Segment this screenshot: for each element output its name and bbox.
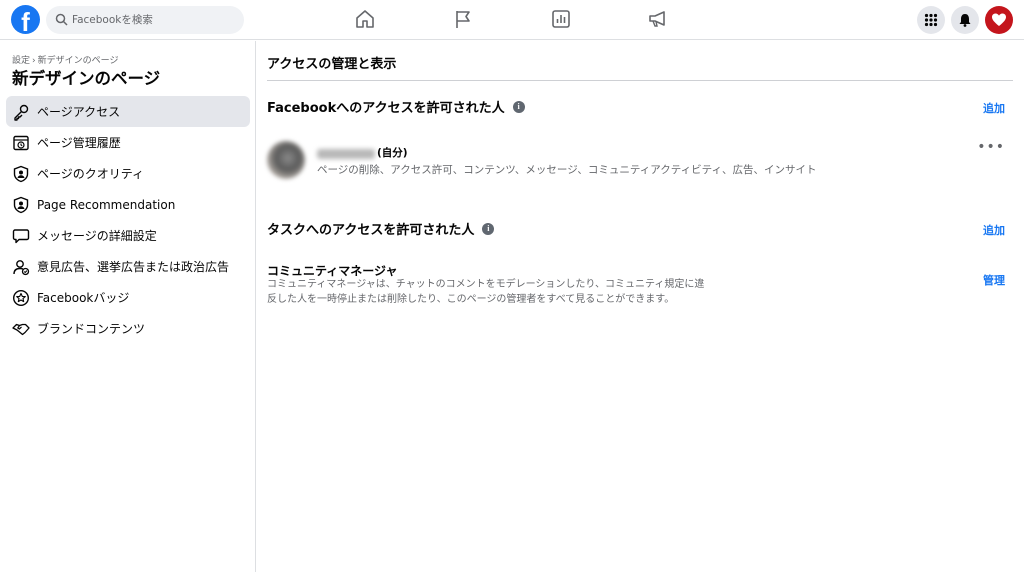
sidebar-item-label: ページのクオリティ xyxy=(37,167,145,181)
search-input[interactable] xyxy=(72,6,237,34)
heart-logo-icon xyxy=(992,13,1006,26)
sidebar-item-facebook-badges[interactable]: Facebookバッジ xyxy=(6,282,250,313)
page-title: 新デザインのページ xyxy=(12,69,161,88)
info-icon[interactable]: i xyxy=(482,222,495,235)
search-box[interactable] xyxy=(46,6,244,34)
manage-role-button[interactable]: 管理 xyxy=(983,272,1005,288)
logo-letter: f xyxy=(21,7,30,34)
key-icon xyxy=(14,104,29,121)
add-facebook-access-button[interactable]: 追加 xyxy=(983,100,1005,116)
history-icon xyxy=(13,135,29,150)
title-divider xyxy=(267,80,1013,81)
self-label: (自分) xyxy=(377,147,408,159)
sidebar-item-page-history[interactable]: ページ管理履歴 xyxy=(6,127,250,158)
info-icon[interactable]: i xyxy=(512,100,525,113)
sidebar-item-branded-content[interactable]: ブランドコンテンツ xyxy=(6,313,250,344)
sidebar-item-message-settings[interactable]: メッセージの詳細設定 xyxy=(6,220,250,251)
add-task-access-button[interactable]: 追加 xyxy=(983,222,1005,238)
avatar[interactable] xyxy=(267,141,305,179)
sidebar-item-label: 意見広告、選挙広告または政治広告 xyxy=(37,260,230,274)
notifications-bell-icon xyxy=(959,14,971,27)
menu-grid-button[interactable] xyxy=(917,6,945,34)
task-access-heading-text: タスクへのアクセスを許可された人 xyxy=(267,223,475,238)
sidebar-item-page-quality[interactable]: ページのクオリティ xyxy=(6,158,250,189)
handshake-icon xyxy=(12,323,30,335)
ads-megaphone-icon[interactable] xyxy=(647,8,669,30)
person-permissions: ページの削除、アクセス許可、コンテンツ、メッセージ、コミュニティアクティビティ、… xyxy=(317,164,817,176)
sidebar-item-page-access[interactable]: ページアクセス xyxy=(6,96,250,127)
person-name-blurred xyxy=(317,149,375,159)
sidebar-item-page-recommendation[interactable]: Page Recommendation xyxy=(6,189,250,220)
task-access-heading: タスクへのアクセスを許可された人 i xyxy=(267,219,495,238)
sidebar-item-label: ブランドコンテンツ xyxy=(37,322,146,336)
person-row: (自分) ページの削除、アクセス許可、コンテンツ、メッセージ、コミュニティアクテ… xyxy=(267,139,1013,183)
menu-grid-icon xyxy=(924,13,938,27)
role-title: コミュニティマネージャ xyxy=(267,264,398,278)
profile-avatar[interactable] xyxy=(985,6,1013,34)
section-title: アクセスの管理と表示 xyxy=(267,57,397,72)
quality-shield-icon xyxy=(13,165,29,182)
role-description: コミュニティマネージャは、チャットのコメントをモデレーションしたり、コミュニティ… xyxy=(267,279,705,305)
pages-flag-icon[interactable] xyxy=(452,8,474,30)
badge-star-icon xyxy=(12,289,30,306)
facebook-logo[interactable]: f xyxy=(11,5,40,34)
sidebar-item-label: Page Recommendation xyxy=(37,197,176,212)
more-options-button[interactable]: ••• xyxy=(977,139,1005,155)
home-icon[interactable] xyxy=(354,8,376,30)
sidebar-item-label: ページ管理履歴 xyxy=(37,136,121,150)
top-navigation-bar: f xyxy=(0,0,1024,40)
recommendation-shield-icon xyxy=(13,196,29,213)
sidebar-item-label: Facebookバッジ xyxy=(37,291,130,305)
search-icon xyxy=(55,13,68,26)
settings-menu: ページアクセス ページ管理履歴 ページのクオリティ Page Recommend… xyxy=(6,96,250,344)
notifications-button[interactable] xyxy=(951,6,979,34)
sidebar-item-label: ページアクセス xyxy=(37,105,121,119)
political-ads-icon xyxy=(13,259,30,275)
sidebar-item-political-ads[interactable]: 意見広告、選挙広告または政治広告 xyxy=(6,251,250,282)
message-bubble-icon xyxy=(12,228,30,243)
insights-chart-icon[interactable] xyxy=(550,8,572,30)
facebook-access-heading-text: Facebookへのアクセスを許可された人 xyxy=(267,101,505,116)
settings-sidebar: 設定›新デザインのページ 新デザインのページ ページアクセス ページ管理履歴 xyxy=(0,41,256,572)
sidebar-item-label: メッセージの詳細設定 xyxy=(37,229,157,243)
facebook-access-heading: Facebookへのアクセスを許可された人 i xyxy=(267,97,525,116)
